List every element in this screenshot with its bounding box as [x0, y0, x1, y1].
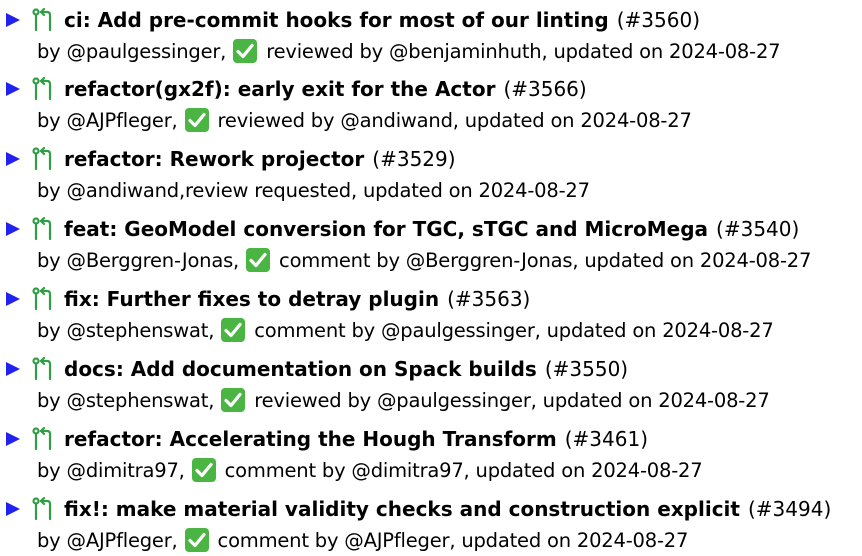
pr-header: ci: Add pre-commit hooks for most of our…	[0, 3, 700, 37]
git-pull-request-icon	[32, 357, 60, 381]
pr-meta: by @dimitra97, comment by @dimitra97, up…	[37, 455, 703, 485]
pr-list: ci: Add pre-commit hooks for most of our…	[0, 0, 862, 554]
check-mark-icon	[184, 108, 209, 132]
pr-meta-status: comment by @Berggren-Jonas, updated on 2…	[279, 248, 812, 272]
pr-meta-status: reviewed by @benjaminhuth, updated on 20…	[266, 39, 781, 63]
pr-header: feat: GeoModel conversion for TGC, sTGC …	[0, 212, 799, 246]
pr-title[interactable]: refactor(gx2f): early exit for the Actor	[64, 77, 495, 101]
pr-header: fix!: make material validity checks and …	[0, 492, 831, 526]
git-pull-request-icon	[32, 217, 60, 241]
pr-meta: by @Berggren-Jonas, comment by @Berggren…	[37, 245, 811, 275]
pr-meta-author: by @AJPfleger,	[37, 528, 178, 552]
pr-meta-author: by @dimitra97,	[37, 458, 185, 482]
pr-meta-status: comment by @AJPfleger, updated on 2024-0…	[217, 528, 689, 552]
pr-title[interactable]: fix!: make material validity checks and …	[64, 497, 740, 521]
git-pull-request-icon	[32, 497, 60, 521]
pr-meta-author: by @stephenswat,	[37, 318, 215, 342]
triangle-right-icon[interactable]	[0, 430, 30, 448]
pr-meta-author: by @Berggren-Jonas,	[37, 248, 240, 272]
pr-item: refactor: Rework projector (#3529) by @a…	[0, 142, 862, 206]
pr-meta: by @andiwand,review requested, updated o…	[37, 175, 590, 205]
pr-item: docs: Add documentation on Spack builds …	[0, 352, 862, 416]
pr-item: refactor(gx2f): early exit for the Actor…	[0, 72, 862, 136]
pr-meta-author: by @paulgessinger,	[37, 39, 227, 63]
pr-item: refactor: Accelerating the Hough Transfo…	[0, 422, 862, 486]
pr-header: docs: Add documentation on Spack builds …	[0, 352, 628, 386]
triangle-right-icon[interactable]	[0, 150, 30, 168]
pr-number[interactable]: (#3540)	[716, 217, 799, 241]
pr-title[interactable]: refactor: Rework projector	[64, 147, 364, 171]
pr-meta-status: reviewed by @paulgessinger, updated on 2…	[254, 388, 770, 412]
pr-item: fix: Further fixes to detray plugin (#35…	[0, 282, 862, 346]
pr-title[interactable]: fix: Further fixes to detray plugin	[64, 287, 439, 311]
pr-header: refactor: Rework projector (#3529)	[0, 142, 456, 176]
git-pull-request-icon	[32, 8, 60, 32]
triangle-right-icon[interactable]	[0, 360, 30, 378]
git-pull-request-icon	[32, 287, 60, 311]
pr-title[interactable]: refactor: Accelerating the Hough Transfo…	[64, 427, 557, 451]
pr-meta-status: comment by @paulgessinger, updated on 20…	[254, 318, 774, 342]
pr-title[interactable]: docs: Add documentation on Spack builds	[64, 357, 537, 381]
triangle-right-icon[interactable]	[0, 220, 30, 238]
check-mark-icon	[221, 388, 246, 412]
pr-header: fix: Further fixes to detray plugin (#35…	[0, 282, 530, 316]
pr-meta: by @AJPfleger, reviewed by @andiwand, up…	[37, 105, 692, 135]
pr-meta-author: by @AJPfleger,	[37, 108, 178, 132]
check-mark-icon	[246, 248, 271, 272]
pr-item: ci: Add pre-commit hooks for most of our…	[0, 3, 862, 67]
pr-number[interactable]: (#3563)	[447, 287, 530, 311]
pr-meta: by @paulgessinger, reviewed by @benjamin…	[37, 36, 781, 66]
triangle-right-icon[interactable]	[0, 11, 30, 29]
pr-item: feat: GeoModel conversion for TGC, sTGC …	[0, 212, 862, 276]
pr-number[interactable]: (#3461)	[565, 427, 648, 451]
check-mark-icon	[191, 458, 216, 482]
pr-title[interactable]: ci: Add pre-commit hooks for most of our…	[64, 8, 609, 32]
pr-number[interactable]: (#3494)	[748, 497, 831, 521]
git-pull-request-icon	[32, 147, 60, 171]
pr-number[interactable]: (#3550)	[545, 357, 628, 381]
pr-header: refactor: Accelerating the Hough Transfo…	[0, 422, 648, 456]
pr-meta-status: comment by @dimitra97, updated on 2024-0…	[224, 458, 703, 482]
pr-title[interactable]: feat: GeoModel conversion for TGC, sTGC …	[64, 217, 708, 241]
pr-number[interactable]: (#3560)	[617, 8, 700, 32]
check-mark-icon	[184, 528, 209, 552]
pr-meta: by @AJPfleger, comment by @AJPfleger, up…	[37, 525, 688, 555]
pr-meta-author: by @andiwand,review requested, updated o…	[37, 178, 590, 202]
check-mark-icon	[233, 39, 258, 63]
triangle-right-icon[interactable]	[0, 290, 30, 308]
git-pull-request-icon	[32, 77, 60, 101]
pr-meta-author: by @stephenswat,	[37, 388, 215, 412]
pr-meta-status: reviewed by @andiwand, updated on 2024-0…	[217, 108, 692, 132]
pr-number[interactable]: (#3529)	[372, 147, 455, 171]
pr-item: fix!: make material validity checks and …	[0, 492, 862, 556]
pr-header: refactor(gx2f): early exit for the Actor…	[0, 72, 587, 106]
pr-meta: by @stephenswat, reviewed by @paulgessin…	[37, 385, 770, 415]
git-pull-request-icon	[32, 427, 60, 451]
triangle-right-icon[interactable]	[0, 500, 30, 518]
pr-number[interactable]: (#3566)	[503, 77, 586, 101]
triangle-right-icon[interactable]	[0, 80, 30, 98]
check-mark-icon	[221, 318, 246, 342]
pr-meta: by @stephenswat, comment by @paulgessing…	[37, 315, 774, 345]
